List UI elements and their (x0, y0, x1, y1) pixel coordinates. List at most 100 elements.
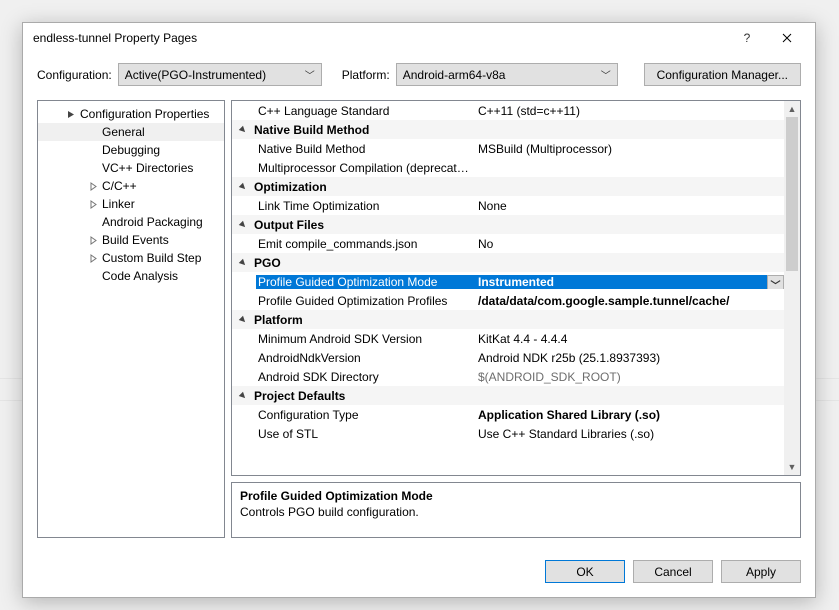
apply-button[interactable]: Apply (721, 560, 801, 583)
tree-item[interactable]: Linker (38, 195, 224, 213)
property-value[interactable]: C++11 (std=c++11) (474, 104, 784, 118)
tree-item[interactable]: Code Analysis (38, 267, 224, 285)
group-header[interactable]: Output Files (232, 215, 784, 234)
configuration-label: Configuration: (37, 68, 112, 82)
scrollbar-vertical[interactable]: ▲ ▼ (784, 101, 800, 475)
tree-item[interactable]: General (38, 123, 224, 141)
expand-col[interactable] (232, 125, 252, 134)
expand-col[interactable] (232, 315, 252, 324)
property-name: C++ Language Standard (256, 104, 474, 118)
config-row: Configuration: Active(PGO-Instrumented) … (23, 53, 815, 100)
tree-item-label: Build Events (102, 233, 169, 247)
property-row[interactable]: Android SDK Directory$(ANDROID_SDK_ROOT) (232, 367, 784, 386)
property-name: Use of STL (256, 427, 474, 441)
chevron-down-icon: ﹀ (601, 67, 611, 82)
property-value[interactable]: Android NDK r25b (25.1.8937393) (474, 351, 784, 365)
tree-item-label: Custom Build Step (102, 251, 201, 265)
property-pages-dialog: endless-tunnel Property Pages ? Configur… (22, 22, 816, 598)
cancel-button[interactable]: Cancel (633, 560, 713, 583)
property-row[interactable]: Profile Guided Optimization Profiles/dat… (232, 291, 784, 310)
property-name: Native Build Method (252, 123, 474, 137)
expand-col[interactable] (232, 391, 252, 400)
expand-col[interactable] (232, 220, 252, 229)
group-header[interactable]: Native Build Method (232, 120, 784, 139)
expand-icon[interactable] (86, 236, 100, 245)
property-name: Profile Guided Optimization Profiles (256, 294, 474, 308)
property-row[interactable]: C++ Language StandardC++11 (std=c++11) (232, 101, 784, 120)
tree-item-label: Android Packaging (102, 215, 203, 229)
tree-view[interactable]: Configuration Properties General Debuggin… (37, 100, 225, 538)
scroll-thumb[interactable] (786, 117, 798, 271)
tree-item-label: Debugging (102, 143, 160, 157)
expand-icon[interactable] (86, 200, 100, 209)
tree-item[interactable]: Debugging (38, 141, 224, 159)
titlebar: endless-tunnel Property Pages ? (23, 23, 815, 53)
property-name: Configuration Type (256, 408, 474, 422)
expand-icon[interactable] (86, 254, 100, 263)
expand-col[interactable] (232, 182, 252, 191)
configuration-manager-button[interactable]: Configuration Manager... (644, 63, 801, 86)
description-body: Controls PGO build configuration. (240, 505, 792, 519)
group-header[interactable]: Project Defaults (232, 386, 784, 405)
chevron-down-icon: ﹀ (771, 277, 781, 289)
property-name: Optimization (252, 180, 474, 194)
description-panel: Profile Guided Optimization Mode Control… (231, 482, 801, 538)
property-row[interactable]: Multiprocessor Compilation (deprecated) (232, 158, 784, 177)
help-button[interactable]: ? (727, 23, 767, 53)
tree-root[interactable]: Configuration Properties (38, 105, 224, 123)
group-header[interactable]: Optimization (232, 177, 784, 196)
tree-item-label: Linker (102, 197, 135, 211)
tree-item-label: Code Analysis (102, 269, 178, 283)
property-row[interactable]: Configuration TypeApplication Shared Lib… (232, 405, 784, 424)
property-grid[interactable]: C++ Language StandardC++11 (std=c++11)Na… (231, 100, 801, 476)
platform-dropdown[interactable]: Android-arm64-v8a ﹀ (396, 63, 618, 86)
property-value[interactable]: No (474, 237, 784, 251)
scroll-down-icon[interactable]: ▼ (784, 459, 800, 475)
property-row[interactable]: Minimum Android SDK VersionKitKat 4.4 - … (232, 329, 784, 348)
property-row[interactable]: Native Build MethodMSBuild (Multiprocess… (232, 139, 784, 158)
property-value[interactable]: None (474, 199, 784, 213)
dropdown-button[interactable]: ﹀ (767, 275, 784, 289)
expand-col[interactable] (232, 258, 252, 267)
expand-icon[interactable] (86, 182, 100, 191)
property-name: Project Defaults (252, 389, 474, 403)
property-value[interactable]: /data/data/com.google.sample.tunnel/cach… (474, 294, 784, 308)
close-button[interactable] (767, 23, 807, 53)
property-row[interactable]: AndroidNdkVersionAndroid NDK r25b (25.1.… (232, 348, 784, 367)
tree-item[interactable]: Android Packaging (38, 213, 224, 231)
close-icon (782, 33, 792, 43)
property-name: Multiprocessor Compilation (deprecated) (256, 161, 474, 175)
tree-item-label: C/C++ (102, 179, 137, 193)
property-row[interactable]: Emit compile_commands.jsonNo (232, 234, 784, 253)
ok-button[interactable]: OK (545, 560, 625, 583)
footer: OK Cancel Apply (23, 550, 815, 597)
platform-value: Android-arm64-v8a (403, 68, 506, 82)
main-area: Configuration Properties General Debuggin… (23, 100, 815, 550)
property-value[interactable]: Application Shared Library (.so) (474, 408, 784, 422)
property-name: PGO (252, 256, 474, 270)
configuration-value: Active(PGO-Instrumented) (125, 68, 266, 82)
group-header[interactable]: PGO (232, 253, 784, 272)
scroll-track[interactable] (784, 117, 800, 459)
property-value[interactable]: MSBuild (Multiprocessor) (474, 142, 784, 156)
property-row[interactable]: Use of STLUse C++ Standard Libraries (.s… (232, 424, 784, 443)
property-row[interactable]: Link Time OptimizationNone (232, 196, 784, 215)
tree-item[interactable]: Custom Build Step (38, 249, 224, 267)
group-header[interactable]: Platform (232, 310, 784, 329)
property-value[interactable]: $(ANDROID_SDK_ROOT) (474, 370, 784, 384)
platform-label: Platform: (342, 68, 390, 82)
property-value[interactable]: Use C++ Standard Libraries (.so) (474, 427, 784, 441)
tree-item[interactable]: C/C++ (38, 177, 224, 195)
collapse-icon[interactable] (64, 110, 78, 119)
property-value[interactable]: Instrumented﹀ (474, 275, 784, 289)
property-row[interactable]: Profile Guided Optimization ModeInstrume… (232, 272, 784, 291)
tree-item[interactable]: VC++ Directories (38, 159, 224, 177)
scroll-up-icon[interactable]: ▲ (784, 101, 800, 117)
tree-item-label: VC++ Directories (102, 161, 193, 175)
tree-item[interactable]: Build Events (38, 231, 224, 249)
property-name: Link Time Optimization (256, 199, 474, 213)
window-title: endless-tunnel Property Pages (33, 31, 727, 45)
configuration-dropdown[interactable]: Active(PGO-Instrumented) ﹀ (118, 63, 322, 86)
property-value[interactable]: KitKat 4.4 - 4.4.4 (474, 332, 784, 346)
property-name: Minimum Android SDK Version (256, 332, 474, 346)
